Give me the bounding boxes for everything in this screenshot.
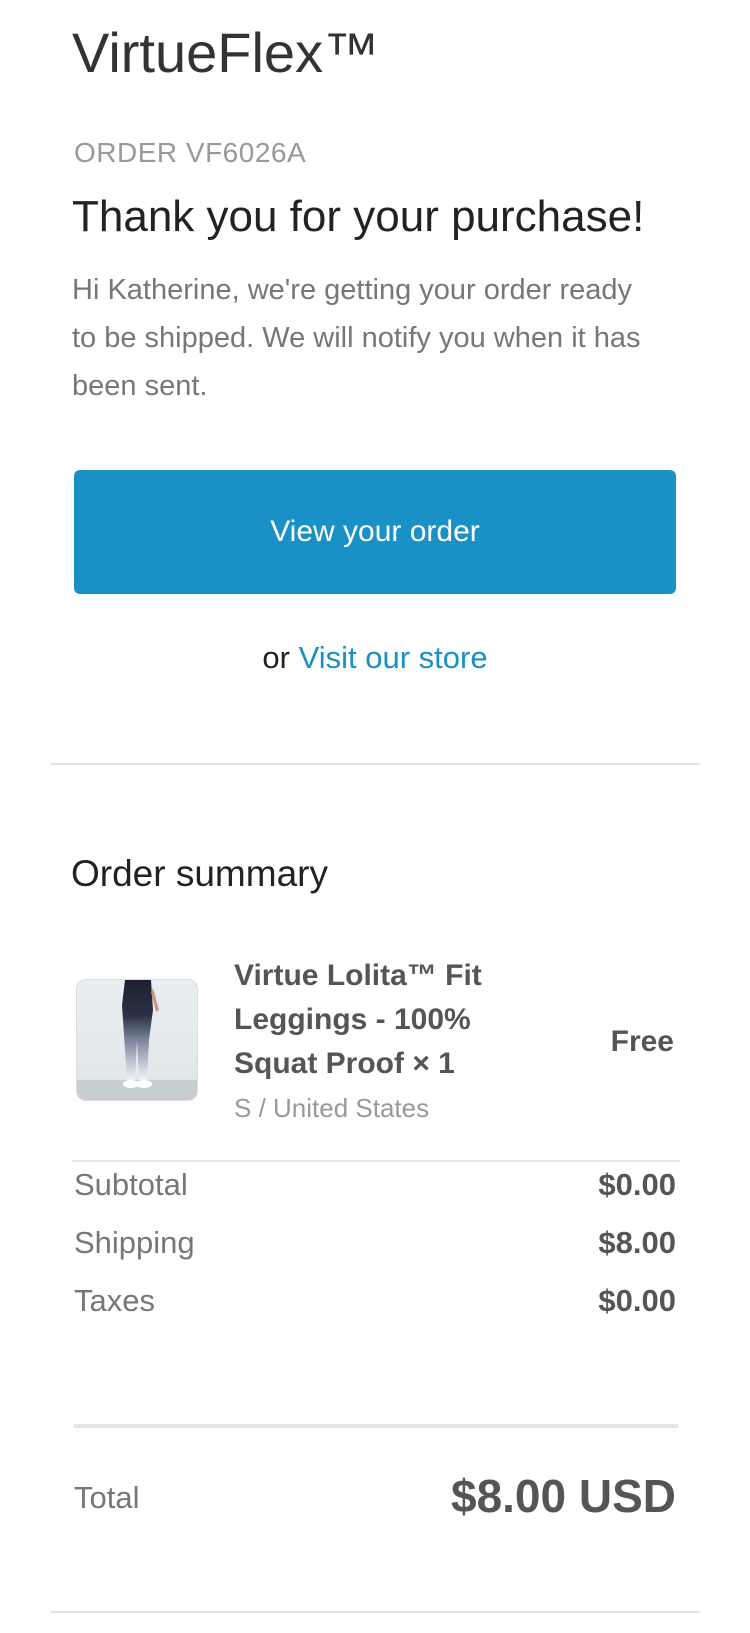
view-order-button[interactable]: View your order <box>74 470 676 594</box>
section-divider <box>50 763 700 765</box>
product-thumbnail <box>76 979 198 1101</box>
total-value: $8.00 USD <box>450 1470 676 1522</box>
intro-message: Hi Katherine, we're getting your order r… <box>72 274 641 402</box>
taxes-label: Taxes <box>74 1283 155 1318</box>
visit-store-link[interactable]: Visit our store <box>299 640 488 675</box>
items-divider <box>72 1160 680 1162</box>
shipping-value: $8.00 <box>598 1225 676 1260</box>
or-text: or <box>262 640 290 675</box>
shipping-row: Shipping $8.00 <box>74 1223 676 1263</box>
subtotal-value: $0.00 <box>598 1167 676 1202</box>
thank-you-headline: Thank you for your purchase! <box>72 192 645 241</box>
store-link-line: or Visit our store <box>0 638 750 678</box>
taxes-row: Taxes $0.00 <box>74 1281 676 1321</box>
bottom-divider <box>50 1611 700 1613</box>
order-number: ORDER VF6026A <box>74 137 307 168</box>
subtotal-row: Subtotal $0.00 <box>74 1165 676 1205</box>
shipping-label: Shipping <box>74 1225 195 1260</box>
product-name: Virtue Lolita™ Fit Leggings - 100% Squat… <box>234 959 482 1080</box>
product-variant: S / United States <box>234 1093 430 1123</box>
total-divider <box>74 1424 678 1428</box>
subtotal-label: Subtotal <box>74 1167 188 1202</box>
product-price: Free <box>610 1025 674 1058</box>
total-label: Total <box>74 1480 140 1515</box>
order-summary-title: Order summary <box>71 853 328 894</box>
leggings-image <box>77 980 197 1100</box>
taxes-value: $0.00 <box>598 1283 676 1318</box>
brand-title: VirtueFlex™ <box>72 21 380 84</box>
